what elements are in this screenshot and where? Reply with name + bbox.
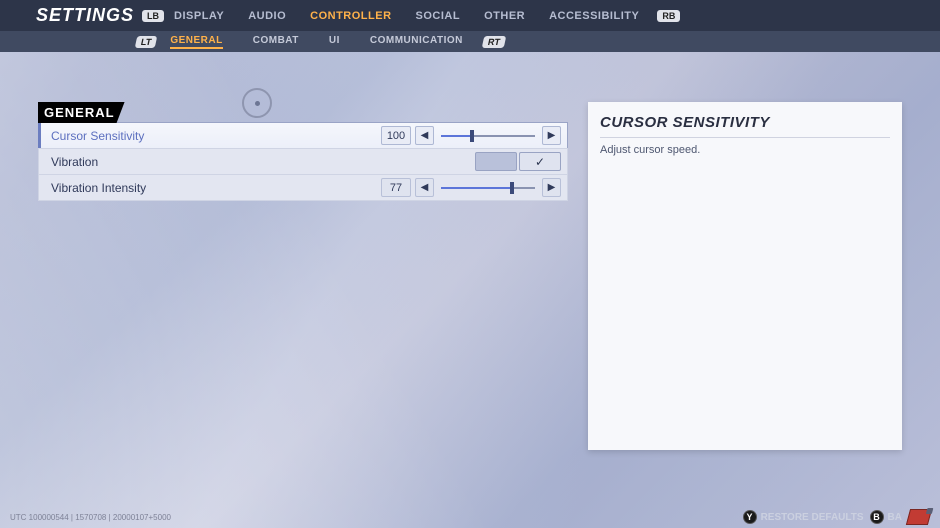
subtab-general[interactable]: GENERAL [170, 35, 222, 49]
slider-fill [441, 135, 472, 137]
tab-other[interactable]: OTHER [484, 10, 525, 22]
back-button[interactable]: B BA [870, 510, 902, 524]
toggle-rail [475, 152, 517, 171]
checkbox-on: ✓ [519, 152, 561, 171]
cursor-indicator-icon [242, 88, 272, 118]
tab-display[interactable]: DISPLAY [174, 10, 224, 22]
settings-panel: GENERAL Cursor Sensitivity 100 ◀ ▶ Vibra… [38, 102, 568, 201]
slider-thumb[interactable] [510, 182, 514, 194]
footer: UTC 100000544 | 1570708 | 20000107+5000 … [0, 506, 940, 528]
b-button-icon: B [870, 510, 884, 524]
row-vibration-intensity[interactable]: Vibration Intensity 77 ◀ ▶ [38, 174, 568, 201]
sub-tabs: GENERAL COMBAT UI COMMUNICATION [170, 35, 463, 49]
vibration-intensity-slider[interactable] [441, 187, 535, 189]
back-label: BA [888, 512, 902, 523]
lb-bumper-icon[interactable]: LB [142, 10, 164, 22]
settings-title: SETTINGS [36, 5, 134, 26]
section-header: GENERAL [38, 102, 125, 123]
restore-label: RESTORE DEFAULTS [761, 512, 864, 523]
subtab-ui[interactable]: UI [329, 35, 340, 49]
slider-thumb[interactable] [470, 130, 474, 142]
tab-accessibility[interactable]: ACCESSIBILITY [549, 10, 639, 22]
tab-controller[interactable]: CONTROLLER [310, 10, 391, 22]
slider-fill [441, 187, 512, 189]
cursor-sensitivity-label: Cursor Sensitivity [51, 129, 381, 143]
tab-social[interactable]: SOCIAL [416, 10, 461, 22]
info-panel: CURSOR SENSITIVITY Adjust cursor speed. [588, 102, 902, 450]
vibration-intensity-value: 77 [381, 178, 411, 197]
rb-bumper-icon[interactable]: RB [657, 10, 680, 22]
cursor-sensitivity-decrease-button[interactable]: ◀ [415, 126, 434, 145]
info-title: CURSOR SENSITIVITY [600, 114, 890, 138]
cursor-sensitivity-slider[interactable] [441, 135, 535, 137]
y-button-icon: Y [743, 510, 757, 524]
vibration-intensity-decrease-button[interactable]: ◀ [415, 178, 434, 197]
vibration-intensity-label: Vibration Intensity [51, 181, 381, 195]
top-tabs: DISPLAY AUDIO CONTROLLER SOCIAL OTHER AC… [174, 10, 639, 22]
restore-defaults-button[interactable]: Y RESTORE DEFAULTS [743, 510, 864, 524]
lt-trigger-icon[interactable]: LT [135, 36, 158, 48]
cursor-sensitivity-increase-button[interactable]: ▶ [542, 126, 561, 145]
rt-trigger-icon[interactable]: RT [482, 36, 507, 48]
card-icon[interactable] [906, 509, 932, 525]
vibration-intensity-increase-button[interactable]: ▶ [542, 178, 561, 197]
tab-audio[interactable]: AUDIO [248, 10, 286, 22]
top-bar: SETTINGS LB DISPLAY AUDIO CONTROLLER SOC… [0, 0, 940, 31]
subtab-communication[interactable]: COMMUNICATION [370, 35, 463, 49]
version-text: UTC 100000544 | 1570708 | 20000107+5000 [10, 513, 171, 522]
row-cursor-sensitivity[interactable]: Cursor Sensitivity 100 ◀ ▶ [38, 122, 568, 149]
vibration-toggle[interactable]: ✓ [475, 152, 561, 171]
cursor-sensitivity-value: 100 [381, 126, 411, 145]
vibration-label: Vibration [51, 155, 475, 169]
subtab-combat[interactable]: COMBAT [253, 35, 299, 49]
row-vibration[interactable]: Vibration ✓ [38, 148, 568, 175]
sub-bar: LT GENERAL COMBAT UI COMMUNICATION RT [0, 31, 940, 52]
info-description: Adjust cursor speed. [600, 144, 890, 156]
